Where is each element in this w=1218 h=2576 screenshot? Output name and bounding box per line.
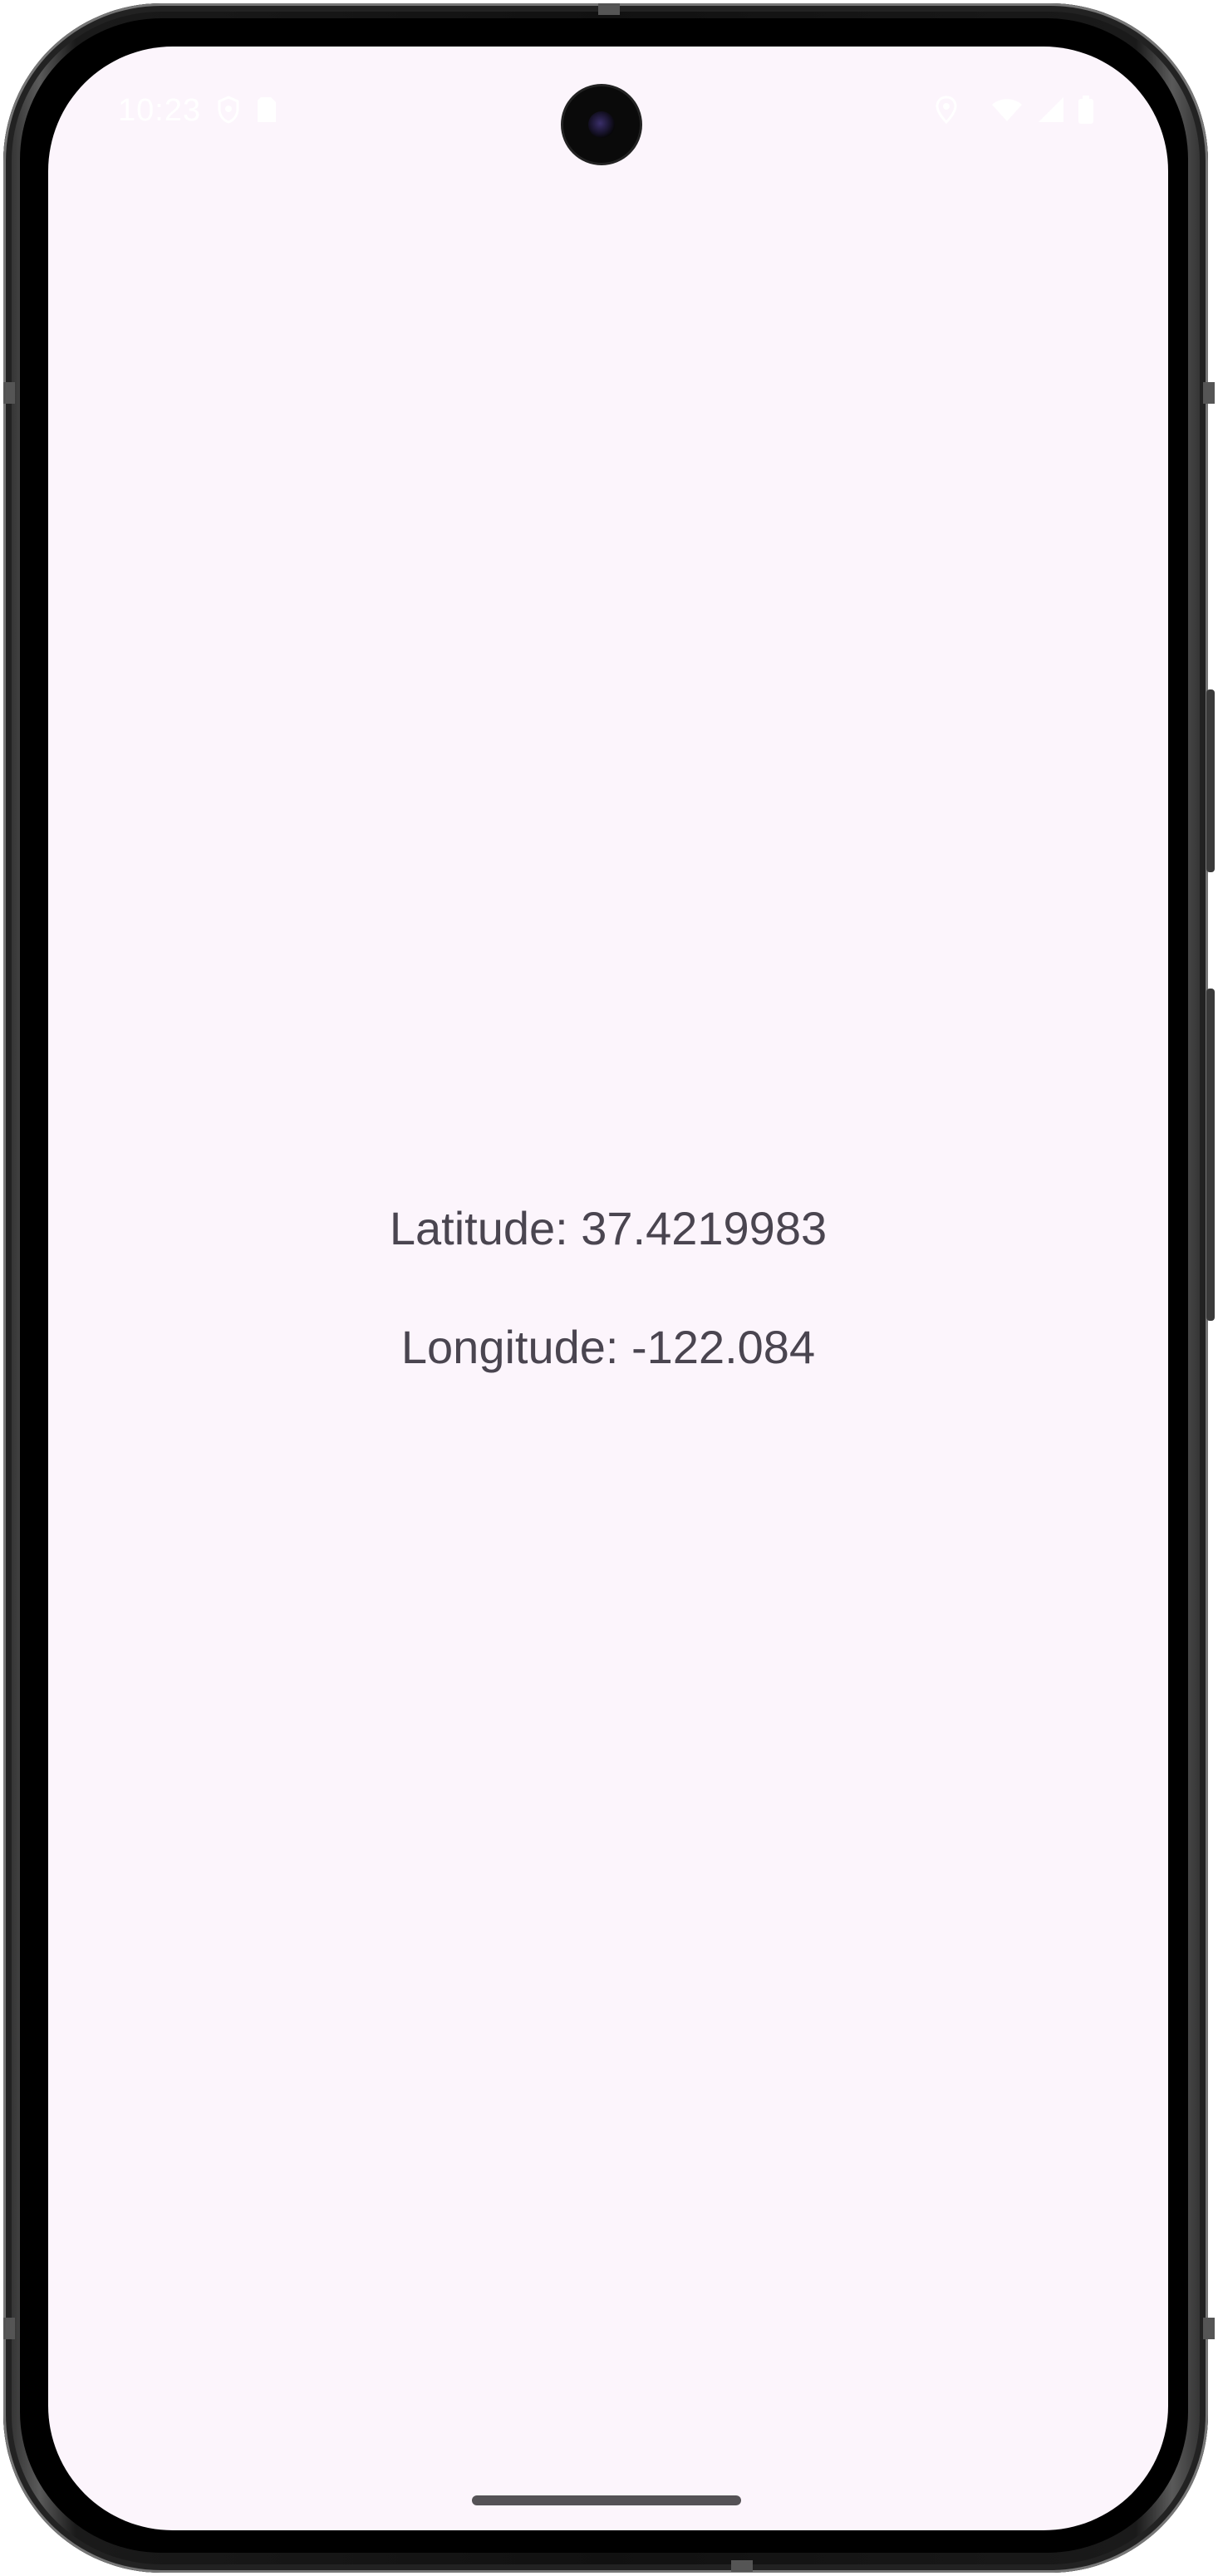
- battery-icon: [1077, 95, 1095, 125]
- wifi-icon: [990, 95, 1024, 125]
- antenna-band: [1203, 2318, 1215, 2339]
- location-icon: [934, 95, 959, 125]
- volume-button: [1206, 989, 1215, 1321]
- app-screen: 10:23 Latitude: 37.4219983 Longitude: -1…: [48, 47, 1168, 2530]
- antenna-band: [1203, 382, 1215, 404]
- sim-card-icon: [254, 95, 279, 125]
- longitude-text: Longitude: -122.084: [400, 1321, 816, 1373]
- antenna-band: [598, 3, 620, 15]
- vpn-key-icon: [216, 95, 241, 125]
- power-button: [1206, 689, 1215, 872]
- front-camera: [563, 86, 640, 163]
- antenna-band: [3, 2318, 15, 2339]
- camera-lens: [588, 111, 615, 138]
- antenna-band: [731, 2560, 753, 2572]
- home-indicator[interactable]: [472, 2495, 741, 2505]
- status-time: 10:23: [118, 93, 202, 128]
- latitude-text: Latitude: 37.4219983: [389, 1202, 828, 1254]
- cellular-signal-icon: [1037, 95, 1065, 125]
- antenna-band: [3, 382, 15, 404]
